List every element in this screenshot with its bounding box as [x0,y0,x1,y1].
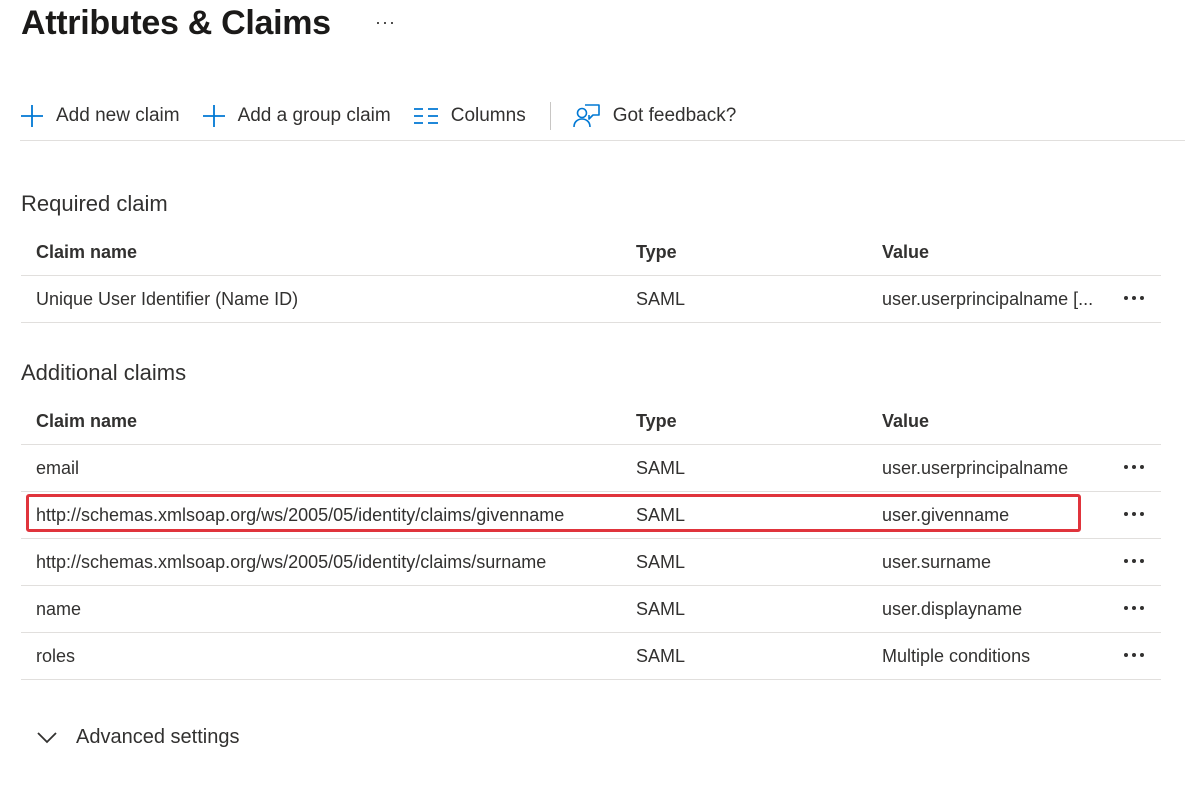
claim-type-cell: SAML [636,551,686,572]
claim-type-cell: SAML [636,504,686,525]
claim-name-cell: Unique User Identifier (Name ID) [36,288,299,309]
row-more-icon[interactable] [1119,502,1149,526]
columns-icon [413,108,438,124]
add-new-claim-label: Add new claim [56,105,180,126]
columns-label: Columns [450,105,526,126]
claim-name-cell: http://schemas.xmlsoap.org/ws/2005/05/id… [36,551,547,572]
row-more-icon[interactable] [1119,286,1149,310]
claim-type-cell: SAML [636,457,686,478]
add-group-claim-label: Add a group claim [237,105,391,126]
claim-type-cell: SAML [636,598,686,619]
claim-type-cell: SAML [636,645,686,666]
add-new-claim-button[interactable]: Add new claim [20,94,180,138]
column-header-value[interactable]: Value [882,242,1112,263]
claim-value-cell: user.surname [882,551,992,572]
feedback-icon [572,104,600,128]
advanced-settings-toggle[interactable]: Advanced settings [36,726,239,749]
claim-value-cell: Multiple conditions [882,645,1031,666]
row-more-icon[interactable] [1119,549,1149,573]
plus-icon [202,105,225,127]
row-more-icon[interactable] [1119,643,1149,667]
column-header-value[interactable]: Value [882,411,1112,432]
chevron-down-icon [37,731,57,743]
table-header: Claim name Type Value [21,229,1161,276]
additional-claims-heading: Additional claims [21,360,187,385]
table-row[interactable]: Unique User Identifier (Name ID) SAML us… [21,276,1161,323]
additional-claims-table: Claim name Type Value email SAML user.us… [21,398,1161,680]
column-header-type[interactable]: Type [636,242,866,263]
required-claim-table: Claim name Type Value Unique User Identi… [21,229,1161,323]
claim-name-cell: roles [36,645,76,666]
column-header-type[interactable]: Type [636,411,866,432]
claim-value-cell: user.userprincipalname [882,457,1069,478]
row-more-icon[interactable] [1119,455,1149,479]
row-more-icon[interactable] [1119,596,1149,620]
column-header-claim-name[interactable]: Claim name [36,411,626,432]
claim-name-cell: email [36,457,80,478]
column-header-claim-name[interactable]: Claim name [36,242,626,263]
columns-button[interactable]: Columns [413,94,526,138]
advanced-settings-label: Advanced settings [76,726,240,748]
claim-value-cell: user.givenname [882,504,1010,525]
table-row[interactable]: name SAML user.displayname [21,586,1161,633]
page-title: Attributes & Claims [21,4,331,42]
claim-value-cell: user.displayname [882,598,1023,619]
claim-name-cell: name [36,598,82,619]
claim-name-cell: http://schemas.xmlsoap.org/ws/2005/05/id… [36,504,565,525]
plus-icon [21,105,43,127]
command-bar: Add new claim Add a group claim Columns … [20,92,1185,141]
table-header: Claim name Type Value [21,398,1161,445]
more-options-icon[interactable]: ··· [375,12,396,33]
table-row[interactable]: http://schemas.xmlsoap.org/ws/2005/05/id… [21,539,1161,586]
add-group-claim-button[interactable]: Add a group claim [202,94,391,138]
table-row[interactable]: email SAML user.userprincipalname [21,445,1161,492]
feedback-label: Got feedback? [612,105,737,126]
toolbar-divider [549,102,551,130]
table-row[interactable]: http://schemas.xmlsoap.org/ws/2005/05/id… [21,492,1161,539]
required-claim-heading: Required claim [21,191,168,216]
claim-value-cell: user.userprincipalname [... [882,288,1094,309]
table-row[interactable]: roles SAML Multiple conditions [21,633,1161,680]
feedback-button[interactable]: Got feedback? [572,94,737,138]
claim-type-cell: SAML [636,288,686,309]
